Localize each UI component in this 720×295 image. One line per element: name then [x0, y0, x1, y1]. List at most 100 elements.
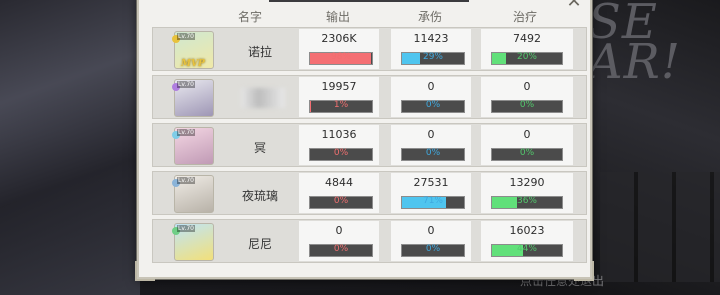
avatar-cell: Lv.70 — [153, 77, 219, 117]
healing-cell: 0 0% — [481, 77, 573, 117]
damage-taken-bar: 0% — [401, 244, 465, 257]
healing-bar: 20% — [491, 52, 563, 65]
healing-percent: 0% — [519, 100, 535, 110]
damage-taken-percent: 29% — [422, 52, 443, 62]
healing-bar: 0% — [491, 148, 563, 161]
healing-value: 7492 — [513, 32, 541, 45]
character-portrait[interactable]: Lv.70 MVP — [172, 31, 214, 69]
damage-out-bar: 98% — [309, 52, 373, 65]
damage-out-percent: 98% — [330, 52, 351, 62]
damage-taken-percent: 71% — [422, 196, 443, 206]
damage-taken-cell: 0 0% — [391, 221, 471, 261]
character-portrait[interactable]: Lv.70 — [172, 223, 214, 261]
healing-cell: 0 0% — [481, 125, 573, 165]
character-portrait[interactable]: Lv.70 — [172, 127, 214, 165]
character-portrait[interactable]: Lv.70 — [172, 175, 214, 213]
character-portrait[interactable]: Lv.70 — [172, 79, 214, 117]
healing-value: 0 — [523, 128, 531, 141]
level-badge: Lv.70 — [177, 177, 195, 184]
healing-cell: 16023 44% — [481, 221, 573, 261]
healing-bar: 0% — [491, 100, 563, 113]
damage-taken-cell: 27531 71% — [391, 173, 471, 213]
character-row: Lv.70 MVP 诺拉 2306K 98% 11423 29% 7492 20… — [152, 27, 587, 71]
name-cell: 冥 — [227, 125, 293, 165]
name-cell: 尼尼 — [227, 221, 293, 261]
healing-value: 13290 — [509, 176, 545, 189]
name-cell: 夜琉璃 — [227, 173, 293, 213]
damage-out-cell: 0 0% — [299, 221, 379, 261]
header-damage-out: 输出 — [325, 10, 350, 24]
panel-top-tab — [269, 0, 469, 2]
damage-taken-bar: 71% — [401, 196, 465, 209]
character-name: 冥 — [253, 141, 266, 155]
damage-out-value: 2306K — [321, 32, 357, 45]
avatar-cell: Lv.70 MVP — [153, 29, 219, 69]
mvp-badge: MVP — [181, 59, 205, 69]
healing-percent: 44% — [516, 244, 537, 254]
damage-taken-value: 0 — [427, 128, 435, 141]
corner-ornament — [574, 261, 594, 281]
damage-taken-cell: 0 0% — [391, 125, 471, 165]
damage-out-value: 0 — [335, 224, 343, 237]
healing-cell: 13290 36% — [481, 173, 573, 213]
damage-out-value: 19957 — [321, 80, 357, 93]
healing-percent: 36% — [516, 196, 537, 206]
damage-taken-value: 11423 — [413, 32, 449, 45]
character-row: Lv.70 尼尼 0 0% 0 0% 16023 44% — [152, 219, 587, 263]
corner-ornament — [135, 261, 155, 281]
name-cell: 诺拉 — [227, 29, 293, 69]
name-cell — [227, 77, 293, 117]
damage-out-percent: 0% — [333, 244, 349, 254]
character-name: 夜琉璃 — [241, 189, 278, 203]
level-badge: Lv.70 — [177, 225, 195, 232]
damage-out-cell: 4844 0% — [299, 173, 379, 213]
damage-out-cell: 11036 0% — [299, 125, 379, 165]
damage-taken-percent: 0% — [425, 148, 441, 158]
damage-out-value: 4844 — [325, 176, 353, 189]
damage-out-bar: 1% — [309, 100, 373, 113]
background-character-art — [0, 0, 140, 295]
damage-out-cell: 19957 1% — [299, 77, 379, 117]
character-name: 尼尼 — [247, 237, 272, 251]
damage-taken-bar: 0% — [401, 100, 465, 113]
damage-out-cell: 2306K 98% — [299, 29, 379, 69]
header-name: 名字 — [237, 10, 262, 24]
healing-percent: 20% — [516, 52, 537, 62]
header-healing: 治疗 — [512, 10, 537, 24]
character-row: Lv.70 19957 1% 0 0% 0 0% — [152, 75, 587, 119]
background-grid — [600, 172, 720, 282]
level-badge: Lv.70 — [177, 81, 195, 88]
healing-percent: 0% — [519, 148, 535, 158]
damage-taken-bar: 0% — [401, 148, 465, 161]
damage-taken-percent: 0% — [425, 100, 441, 110]
damage-taken-value: 0 — [427, 224, 435, 237]
avatar-cell: Lv.70 — [153, 173, 219, 213]
level-badge: Lv.70 — [177, 33, 195, 40]
damage-out-value: 11036 — [321, 128, 357, 141]
damage-out-percent: 0% — [333, 196, 349, 206]
damage-taken-value: 27531 — [413, 176, 449, 189]
damage-taken-cell: 11423 29% — [391, 29, 471, 69]
healing-cell: 7492 20% — [481, 29, 573, 69]
healing-value: 0 — [523, 80, 531, 93]
healing-value: 16023 — [509, 224, 545, 237]
damage-out-bar: 0% — [309, 196, 373, 209]
damage-out-percent: 0% — [333, 148, 349, 158]
damage-out-bar: 0% — [309, 244, 373, 257]
level-badge: Lv.70 — [177, 129, 195, 136]
background-title: SE AR! — [588, 0, 682, 90]
damage-out-bar: 0% — [309, 148, 373, 161]
blurred-name — [241, 88, 285, 108]
damage-out-percent: 1% — [333, 100, 349, 110]
healing-bar: 36% — [491, 196, 563, 209]
avatar-cell: Lv.70 — [153, 125, 219, 165]
avatar-cell: Lv.70 — [153, 221, 219, 261]
stats-header: 名字 输出 承伤 治疗 — [140, 6, 585, 24]
healing-bar: 44% — [491, 244, 563, 257]
character-row: Lv.70 夜琉璃 4844 0% 27531 71% 13290 36% — [152, 171, 587, 215]
character-row: Lv.70 冥 11036 0% 0 0% 0 0% — [152, 123, 587, 167]
character-name: 诺拉 — [247, 45, 272, 59]
damage-taken-value: 0 — [427, 80, 435, 93]
header-damage-taken: 承伤 — [417, 10, 442, 24]
damage-taken-percent: 0% — [425, 244, 441, 254]
